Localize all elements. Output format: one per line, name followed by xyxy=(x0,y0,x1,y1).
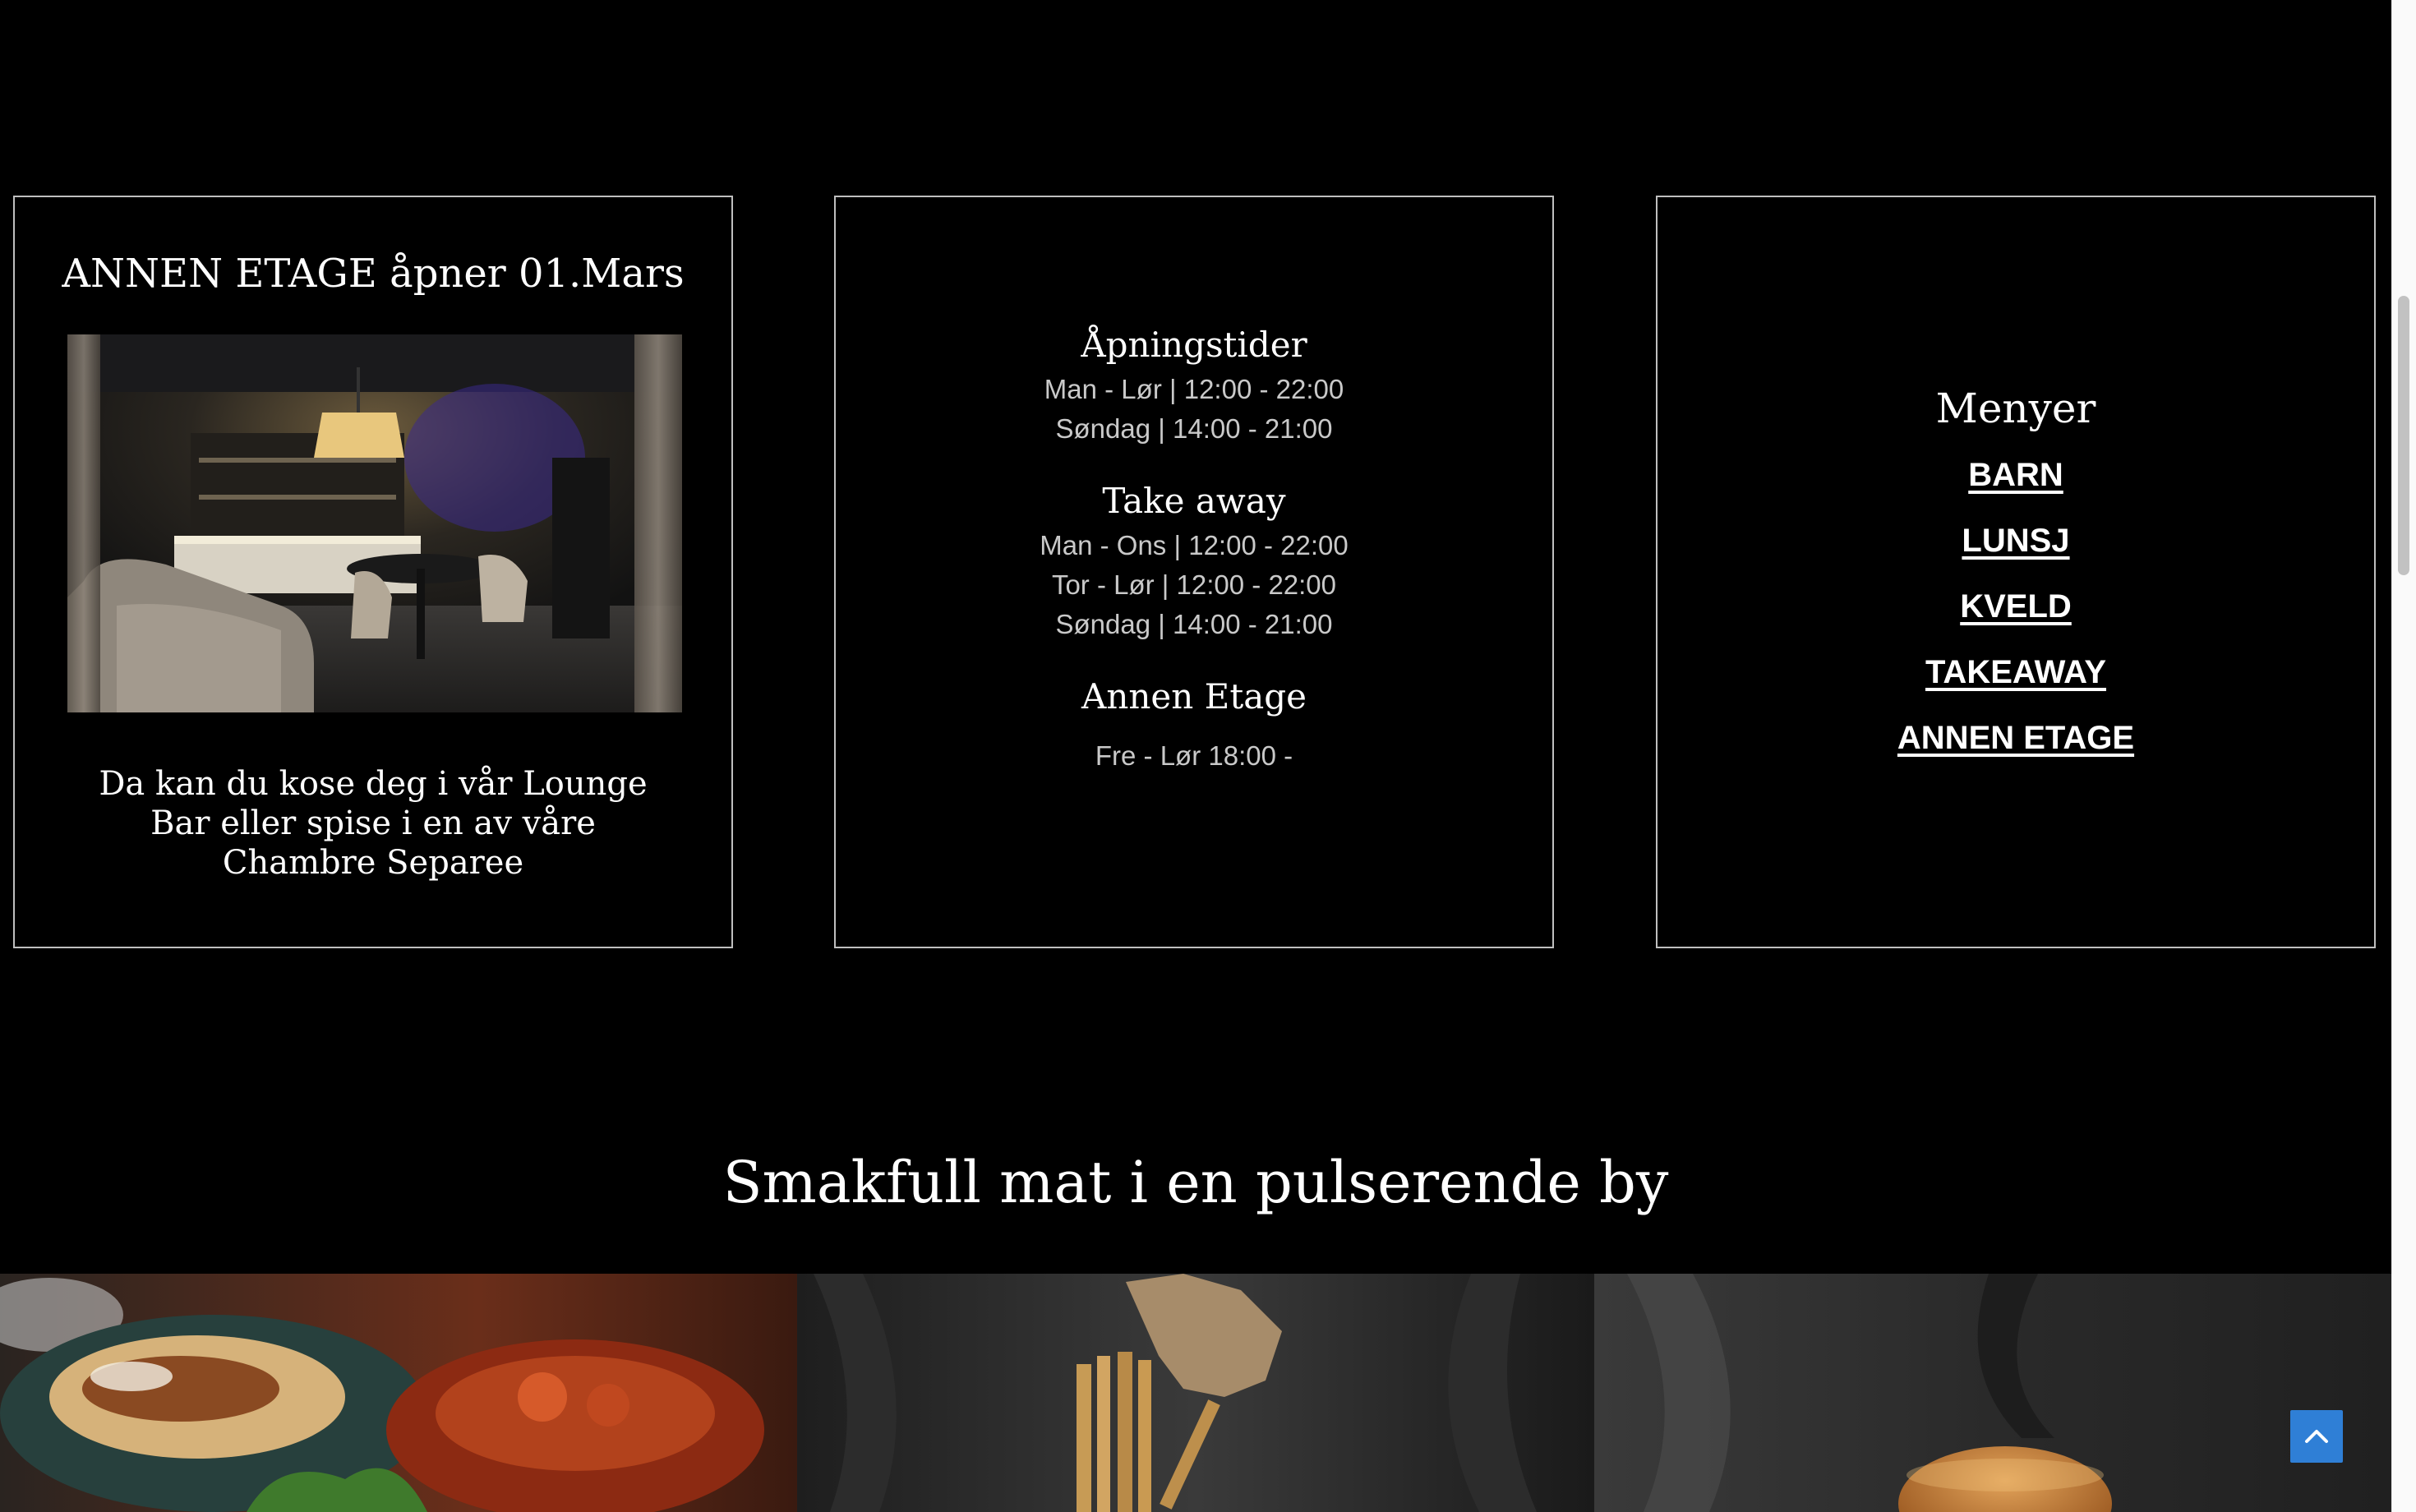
food-photo-burger xyxy=(1594,1274,2391,1512)
opening-hours-line: Man - Lør | 12:00 - 22:00 xyxy=(1044,374,1344,404)
takeaway-hours-line: Søndag | 14:00 - 21:00 xyxy=(1055,609,1333,639)
menu-link-annen-etage[interactable]: ANNEN ETAGE xyxy=(1658,705,2374,771)
scroll-to-top-button[interactable] xyxy=(2290,1410,2343,1463)
takeaway-heading: Take away xyxy=(1102,481,1286,521)
food-photo-tacos xyxy=(0,1274,797,1512)
lounge-bar-photo xyxy=(67,334,682,712)
menu-link-lunsj[interactable]: LUNSJ xyxy=(1658,508,2374,574)
opening-hours-card: Åpningstider Man - Lør | 12:00 - 22:00 S… xyxy=(834,196,1554,948)
menu-link-kveld[interactable]: KVELD xyxy=(1658,574,2374,639)
menus-card: Menyer BARN LUNSJ KVELD TAKEAWAY ANNEN E… xyxy=(1656,196,2376,948)
takeaway-hours-line: Tor - Lør | 12:00 - 22:00 xyxy=(1051,569,1337,600)
opening-hours-line: Søndag | 14:00 - 21:00 xyxy=(1055,413,1333,444)
opening-hours-heading: Åpningstider xyxy=(1081,325,1307,365)
opening-hours-content: Åpningstider Man - Lør | 12:00 - 22:00 S… xyxy=(836,320,1552,776)
menu-link-takeaway[interactable]: TAKEAWAY xyxy=(1658,639,2374,705)
annen-etage-hours-line: Fre - Lør 18:00 - xyxy=(1095,740,1293,771)
takeaway-hours-line: Man - Ons | 12:00 - 22:00 xyxy=(1040,530,1349,560)
menus-content: Menyer BARN LUNSJ KVELD TAKEAWAY ANNEN E… xyxy=(1658,380,2374,771)
lounge-card: ANNEN ETAGE åpner 01.Mars Da kan du kose… xyxy=(13,196,733,948)
food-photo-breadsticks xyxy=(797,1274,1594,1512)
chevron-up-icon xyxy=(2305,1430,2328,1443)
scrollbar-thumb[interactable] xyxy=(2398,296,2409,575)
lounge-card-description: Da kan du kose deg i vår Lounge Bar elle… xyxy=(99,765,648,882)
vertical-scrollbar[interactable] xyxy=(2391,0,2416,1512)
lounge-card-title: ANNEN ETAGE åpner 01.Mars xyxy=(62,251,685,297)
menu-link-barn[interactable]: BARN xyxy=(1658,442,2374,508)
food-gallery xyxy=(0,1274,2391,1512)
menus-heading: Menyer xyxy=(1935,385,2096,432)
page: ANNEN ETAGE åpner 01.Mars Da kan du kose… xyxy=(0,0,2391,1512)
annen-etage-heading: Annen Etage xyxy=(1081,676,1307,717)
section-title: Smakfull mat i en pulserende by xyxy=(722,1149,1669,1216)
